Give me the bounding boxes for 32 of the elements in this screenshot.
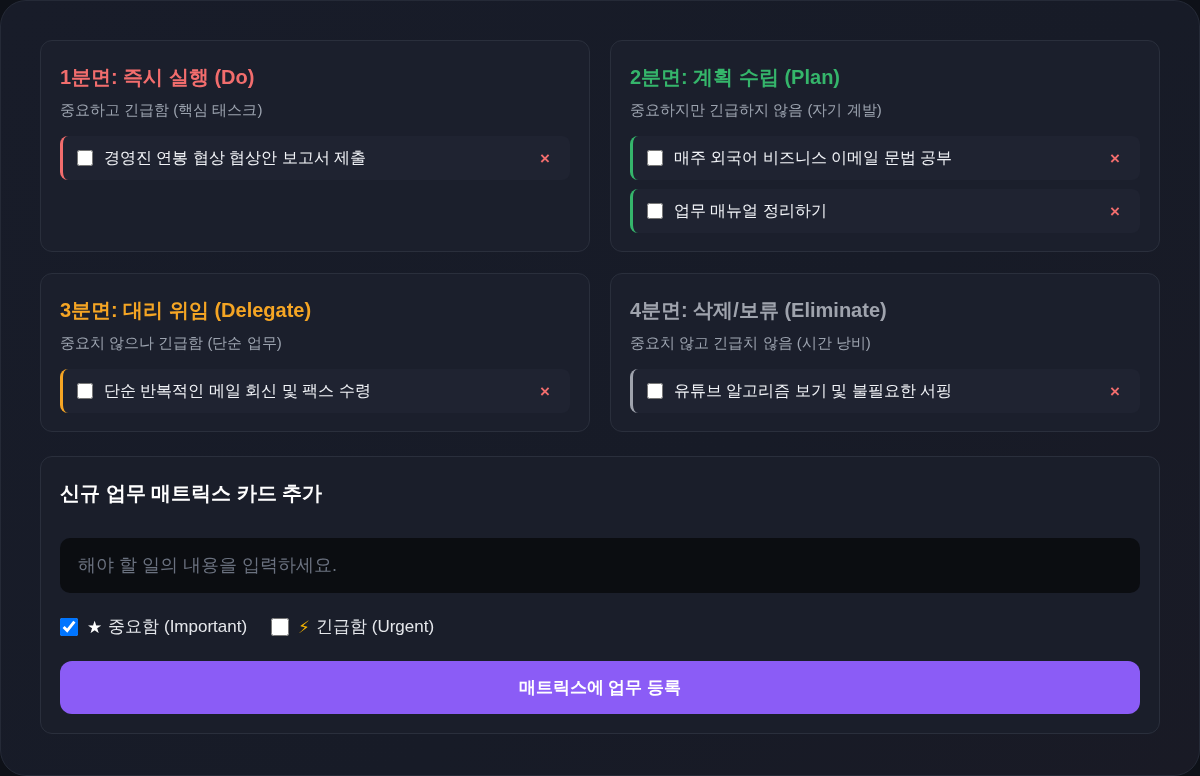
submit-button[interactable]: 매트릭스에 업무 등록 [60,661,1140,714]
task-text: 업무 매뉴얼 정리하기 [674,201,827,221]
quadrant-subtitle: 중요치 않으나 긴급함 (단순 업무) [60,333,283,353]
task-text: 매주 외국어 비즈니스 이메일 문법 공부 [674,148,953,168]
option-label: 긴급함 (Urgent) [316,616,435,639]
delete-button[interactable]: × [536,147,554,169]
quadrant-title: 1분면: 즉시 실행 (Do) [60,65,256,90]
task-checkbox[interactable] [77,150,93,166]
delete-button[interactable]: × [1106,380,1124,402]
option-checkbox[interactable] [271,618,290,636]
quadrant-title: 3분면: 대리 위임 (Delegate) [60,298,313,323]
quadrant-title: 2분면: 계획 수립 (Plan) [630,65,841,90]
quadrant-subtitle: 중요하고 긴급함 (핵심 태스크) [60,100,264,120]
task-checkbox[interactable] [647,383,663,399]
form-title: 신규 업무 매트릭스 카드 추가 [60,481,324,506]
quadrant-title: 4분면: 삭제/보류 (Eliminate) [630,298,888,323]
task-text: 유튜브 알고리즘 보기 및 불필요한 서핑 [674,381,953,401]
option-label: 중요함 (Important) [108,616,248,639]
task-checkbox[interactable] [647,150,663,166]
task-input-field[interactable]: 해야 할 일의 내용을 입력하세요. [60,538,1140,593]
quadrant-subtitle: 중요하지만 긴급하지 않음 (자기 계발) [630,100,883,120]
lightning-icon: ⚡ [298,618,311,636]
delete-button[interactable]: × [1106,200,1124,222]
task-text: 단순 반복적인 메일 회신 및 팩스 수령 [104,381,371,401]
option-checkbox[interactable] [60,618,78,636]
star-icon: ★ [87,618,103,636]
task-checkbox[interactable] [77,383,93,399]
task-checkbox[interactable] [647,203,663,219]
task-text: 경영진 연봉 협상 협상안 보고서 제출 [104,148,367,168]
delete-button[interactable]: × [1106,147,1124,169]
quadrant-subtitle: 중요치 않고 긴급치 않음 (시간 낭비) [630,333,872,353]
delete-button[interactable]: × [536,380,554,402]
